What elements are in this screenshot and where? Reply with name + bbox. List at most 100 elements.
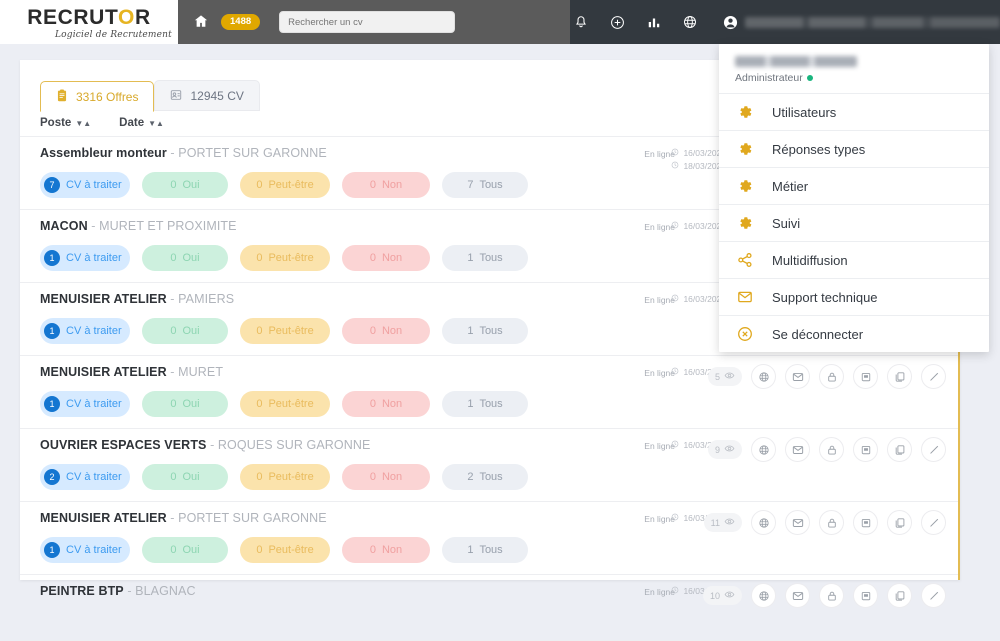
- chip-peut-etre[interactable]: 0 Peut-être: [240, 172, 330, 198]
- chip-non[interactable]: 0 Non: [342, 318, 430, 344]
- chip-tous-count: 1: [467, 325, 474, 337]
- table-row[interactable]: OUVRIER ESPACES VERTS - ROQUES SUR GARON…: [20, 429, 958, 502]
- chip-tous[interactable]: 1 Tous: [442, 391, 528, 417]
- user-icon[interactable]: [723, 15, 738, 30]
- sort-by-date[interactable]: Date ▼▲: [119, 117, 164, 129]
- status-badge: En ligne: [644, 222, 675, 232]
- chip-tous-label: Tous: [479, 252, 503, 264]
- dropdown-item-r-ponses-types[interactable]: Réponses types: [719, 131, 989, 168]
- chip-cv-a-traiter[interactable]: 1 CV à traiter: [40, 537, 130, 563]
- view-count-pill[interactable]: 10: [702, 586, 742, 605]
- copy-action-button[interactable]: [887, 437, 912, 462]
- chip-treat-label: CV à traiter: [66, 252, 122, 264]
- chip-oui[interactable]: 0 Oui: [142, 464, 228, 490]
- chip-peut-etre[interactable]: 0 Peut-être: [240, 391, 330, 417]
- archive-action-button[interactable]: [853, 510, 878, 535]
- dropdown-item-se-d-connecter[interactable]: Se déconnecter: [719, 316, 989, 352]
- bell-icon[interactable]: [574, 15, 588, 29]
- sort-arrows-icon[interactable]: ▼▲: [148, 119, 164, 128]
- dropdown-item-support-technique[interactable]: Support technique: [719, 279, 989, 316]
- chip-non[interactable]: 0 Non: [342, 464, 430, 490]
- pencil-action-button[interactable]: [921, 510, 946, 535]
- chip-tous[interactable]: 1 Tous: [442, 537, 528, 563]
- copy-action-button[interactable]: [887, 510, 912, 535]
- tab-cv[interactable]: 12945 CV: [154, 80, 260, 111]
- view-count-pill[interactable]: 9: [707, 440, 742, 459]
- view-count-pill[interactable]: 11: [703, 513, 742, 532]
- eye-icon: [724, 516, 735, 529]
- chip-non[interactable]: 0 Non: [342, 391, 430, 417]
- pencil-action-button[interactable]: [921, 437, 946, 462]
- sort-arrows-icon[interactable]: ▼▲: [75, 119, 91, 128]
- notification-count-badge[interactable]: 1488: [221, 13, 261, 31]
- search-box[interactable]: [279, 11, 456, 33]
- user-menu-trigger[interactable]: [723, 15, 1000, 30]
- envelope-action-button[interactable]: [785, 437, 810, 462]
- chip-cv-a-traiter[interactable]: 1 CV à traiter: [40, 391, 130, 417]
- tab-offres[interactable]: 3316 Offres: [40, 81, 155, 112]
- chip-cv-a-traiter[interactable]: 1 CV à traiter: [40, 245, 130, 271]
- chip-peut-count: 0: [256, 471, 263, 483]
- chip-peut-count: 0: [256, 179, 263, 191]
- globe-action-button[interactable]: [751, 364, 776, 389]
- copy-action-button[interactable]: [887, 364, 912, 389]
- pencil-action-button[interactable]: [921, 583, 946, 608]
- table-row[interactable]: MENUISIER ATELIER - MURET 1 CV à traiter…: [20, 356, 958, 429]
- chip-tous[interactable]: 2 Tous: [442, 464, 528, 490]
- pencil-action-button[interactable]: [921, 364, 946, 389]
- dropdown-item-m-tier[interactable]: Métier: [719, 168, 989, 205]
- chip-peut-etre[interactable]: 0 Peut-être: [240, 464, 330, 490]
- chip-non[interactable]: 0 Non: [342, 537, 430, 563]
- table-row[interactable]: MENUISIER ATELIER - PORTET SUR GARONNE 1…: [20, 502, 958, 575]
- globe-action-button[interactable]: [751, 583, 776, 608]
- chip-cv-a-traiter[interactable]: 2 CV à traiter: [40, 464, 130, 490]
- sort-by-poste[interactable]: Poste ▼▲: [40, 117, 91, 129]
- globe-action-button[interactable]: [751, 437, 776, 462]
- chip-peut-etre[interactable]: 0 Peut-être: [240, 245, 330, 271]
- chip-non[interactable]: 0 Non: [342, 172, 430, 198]
- chip-non[interactable]: 0 Non: [342, 245, 430, 271]
- envelope-action-button[interactable]: [785, 364, 810, 389]
- dropdown-item-suivi[interactable]: Suivi: [719, 205, 989, 242]
- plus-circle-icon[interactable]: [610, 15, 625, 30]
- row-title-separator: -: [127, 584, 132, 598]
- chip-oui[interactable]: 0 Oui: [142, 172, 228, 198]
- home-icon[interactable]: [194, 14, 208, 30]
- chip-tous-count: 1: [467, 398, 474, 410]
- chip-oui[interactable]: 0 Oui: [142, 245, 228, 271]
- chip-oui[interactable]: 0 Oui: [142, 537, 228, 563]
- chip-cv-a-traiter[interactable]: 7 CV à traiter: [40, 172, 130, 198]
- globe-icon[interactable]: [683, 15, 697, 29]
- chip-oui[interactable]: 0 Oui: [142, 391, 228, 417]
- bar-chart-icon[interactable]: [647, 15, 661, 29]
- chip-tous-count: 1: [467, 252, 474, 264]
- lock-action-button[interactable]: [819, 510, 844, 535]
- chip-tous[interactable]: 1 Tous: [442, 318, 528, 344]
- status-badge: En ligne: [644, 514, 675, 524]
- archive-action-button[interactable]: [853, 437, 878, 462]
- archive-action-button[interactable]: [853, 364, 878, 389]
- search-input[interactable]: [288, 16, 447, 28]
- archive-action-button[interactable]: [853, 583, 878, 608]
- lock-action-button[interactable]: [819, 437, 844, 462]
- dropdown-item-utilisateurs[interactable]: Utilisateurs: [719, 94, 989, 131]
- row-meta-dates: 16/03/2021: [671, 294, 726, 304]
- chip-tous[interactable]: 7 Tous: [442, 172, 528, 198]
- table-row[interactable]: PEINTRE BTP - BLAGNAC 16/03/2021 En lign…: [20, 575, 958, 641]
- envelope-action-button[interactable]: [785, 583, 810, 608]
- chip-peut-etre[interactable]: 0 Peut-être: [240, 318, 330, 344]
- lock-action-button[interactable]: [819, 583, 844, 608]
- dropdown-item-multidiffusion[interactable]: Multidiffusion: [719, 242, 989, 279]
- chip-peut-etre[interactable]: 0 Peut-être: [240, 537, 330, 563]
- chip-tous-label: Tous: [479, 398, 503, 410]
- view-count-pill[interactable]: 5: [707, 367, 742, 386]
- chip-oui[interactable]: 0 Oui: [142, 318, 228, 344]
- chip-cv-a-traiter[interactable]: 1 CV à traiter: [40, 318, 130, 344]
- chip-tous[interactable]: 1 Tous: [442, 245, 528, 271]
- copy-action-button[interactable]: [887, 583, 912, 608]
- chip-treat-label: CV à traiter: [66, 325, 122, 337]
- globe-action-button[interactable]: [751, 510, 776, 535]
- lock-action-button[interactable]: [819, 364, 844, 389]
- brand-logo[interactable]: RECRUTOR Logiciel de Recrutement: [0, 0, 178, 44]
- envelope-action-button[interactable]: [785, 510, 810, 535]
